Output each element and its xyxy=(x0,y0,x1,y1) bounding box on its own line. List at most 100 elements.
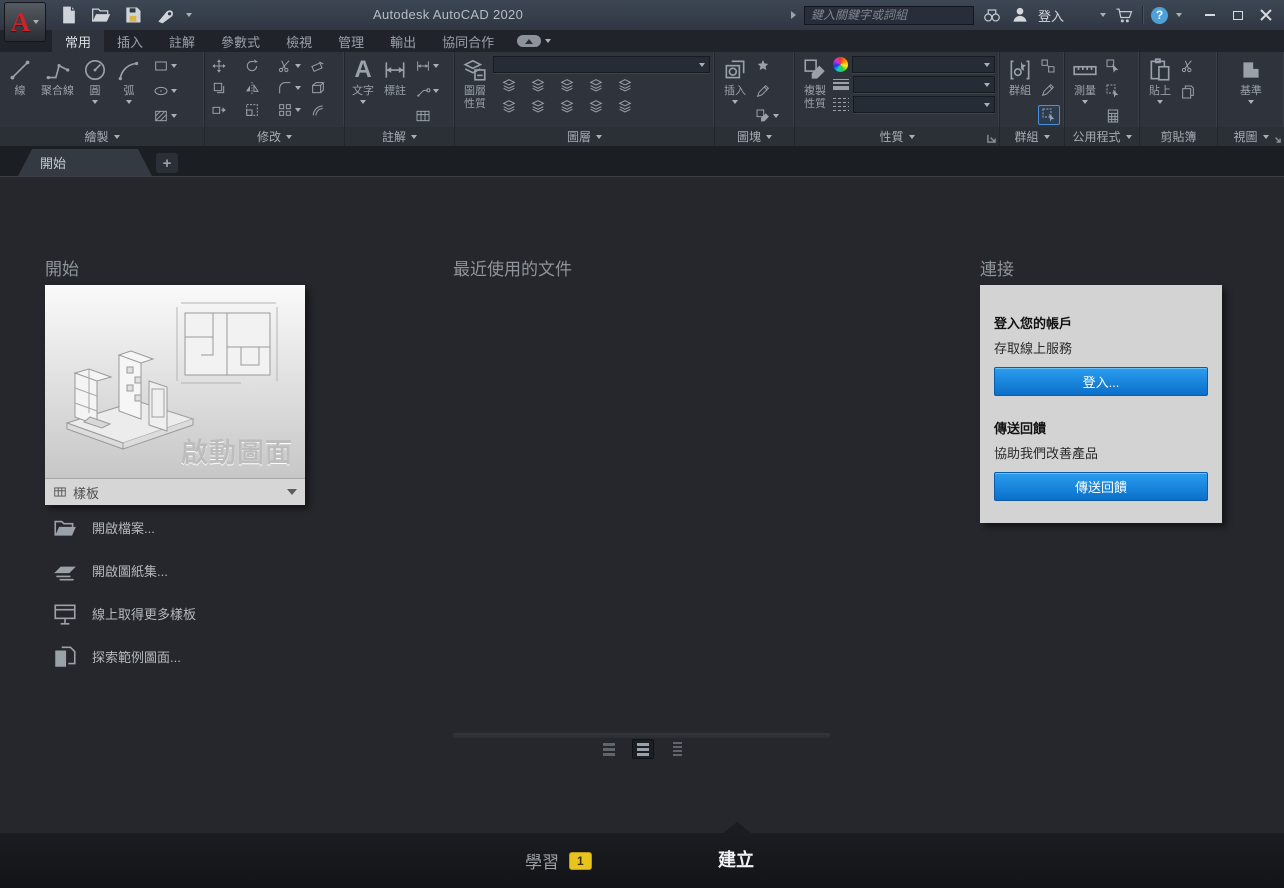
qat-customize-icon[interactable] xyxy=(186,13,192,17)
send-feedback-button[interactable]: 傳送回饋 xyxy=(994,472,1208,501)
match-properties-button[interactable]: 複製 性質 xyxy=(799,55,831,127)
linetype-combobox[interactable] xyxy=(853,96,995,113)
thumbnail-view-button[interactable] xyxy=(598,739,620,759)
properties-dialog-launcher-icon[interactable] xyxy=(987,134,996,143)
dimension-button[interactable]: 標註 xyxy=(379,55,411,127)
ribbon-tab-annotate[interactable]: 註解 xyxy=(156,30,208,52)
leader-button[interactable] xyxy=(413,82,441,100)
select-all-button[interactable] xyxy=(1103,82,1123,100)
panel-label-utilities[interactable]: 公用程式 xyxy=(1065,127,1139,146)
ribbon-tab-manage[interactable]: 管理 xyxy=(325,30,377,52)
infocenter-arrow-icon[interactable] xyxy=(790,11,796,19)
explode-button[interactable] xyxy=(308,79,341,97)
edit-block-button[interactable] xyxy=(753,82,781,100)
copy-button[interactable] xyxy=(209,79,242,97)
list-view-button[interactable] xyxy=(666,739,688,759)
close-button[interactable] xyxy=(1252,1,1280,29)
block-attributes-button[interactable] xyxy=(753,107,781,125)
layer-lock-button[interactable] xyxy=(586,76,606,94)
group-button[interactable]: 群組 xyxy=(1004,55,1036,127)
copy-clip-button[interactable] xyxy=(1178,83,1198,101)
panel-label-modify[interactable]: 修改 xyxy=(205,127,344,146)
arc-button[interactable]: 弧 xyxy=(113,55,145,127)
object-color-combobox[interactable] xyxy=(852,56,995,73)
ribbon-tab-collaborate[interactable]: 協同合作 xyxy=(429,30,507,52)
create-block-button[interactable] xyxy=(753,57,781,75)
rotate-button[interactable] xyxy=(242,57,275,75)
minimize-button[interactable] xyxy=(1196,1,1224,29)
layer-properties-button[interactable]: 圖層 性質 xyxy=(459,55,491,127)
search-input[interactable] xyxy=(803,5,974,25)
plot-button[interactable] xyxy=(154,4,176,26)
panel-label-groups[interactable]: 群組 xyxy=(1000,127,1064,146)
dimension-style-button[interactable] xyxy=(413,57,441,75)
maximize-button[interactable] xyxy=(1224,1,1252,29)
ribbon-tab-home[interactable]: 常用 xyxy=(52,30,105,52)
detail-view-button[interactable] xyxy=(632,739,654,759)
help-caret-icon[interactable] xyxy=(1176,13,1182,17)
view-dialog-launcher-icon[interactable] xyxy=(1272,134,1281,143)
circle-button[interactable]: 圓 xyxy=(79,55,111,127)
hatch-button[interactable] xyxy=(151,107,179,125)
scale-button[interactable] xyxy=(242,101,275,119)
search-icon[interactable] xyxy=(982,5,1002,25)
layer-select-combobox[interactable] xyxy=(493,56,710,73)
rectangle-button[interactable] xyxy=(151,57,179,75)
create-tab[interactable]: 建立 xyxy=(718,846,754,872)
layer-freeze-button[interactable] xyxy=(557,76,577,94)
save-button[interactable] xyxy=(122,4,144,26)
signin-menu[interactable]: 登入 xyxy=(1038,6,1064,25)
line-button[interactable]: 線 xyxy=(4,55,36,127)
explore-sample-drawings-link[interactable]: 探索範例圖面... xyxy=(52,644,196,670)
layer-on-button[interactable] xyxy=(499,97,519,115)
layer-current-button[interactable] xyxy=(615,97,635,115)
panel-label-annotate[interactable]: 註解 xyxy=(345,127,454,146)
start-drawing-card[interactable]: 啟動圖面 樣板 xyxy=(45,285,305,505)
layer-off-button[interactable] xyxy=(499,76,519,94)
layer-isolate-button[interactable] xyxy=(528,76,548,94)
group-selection-toggle[interactable] xyxy=(1038,105,1060,125)
ungroup-button[interactable] xyxy=(1038,57,1060,75)
quick-select-button[interactable] xyxy=(1103,57,1123,75)
layer-match-button[interactable] xyxy=(615,76,635,94)
mirror-button[interactable] xyxy=(242,79,275,97)
open-sheet-set-link[interactable]: 開啟圖紙集... xyxy=(52,558,196,584)
new-drawing-button[interactable] xyxy=(58,4,80,26)
move-button[interactable] xyxy=(209,57,242,75)
panel-label-properties[interactable]: 性質 xyxy=(795,127,999,146)
ribbon-tab-output[interactable]: 輸出 xyxy=(377,30,429,52)
stretch-button[interactable] xyxy=(209,101,242,119)
paste-button[interactable]: 貼上 xyxy=(1144,55,1176,127)
signin-button[interactable]: 登入... xyxy=(994,367,1208,396)
panel-label-layers[interactable]: 圖層 xyxy=(455,127,714,146)
templates-dropdown[interactable]: 樣板 xyxy=(45,478,305,505)
cut-button[interactable] xyxy=(1178,57,1198,75)
erase-button[interactable] xyxy=(308,57,341,75)
offset-button[interactable] xyxy=(308,101,341,119)
table-button[interactable] xyxy=(413,107,441,125)
panel-label-draw[interactable]: 繪製 xyxy=(0,127,204,146)
ellipse-button[interactable] xyxy=(151,82,179,100)
trim-button[interactable] xyxy=(275,57,308,75)
base-view-button[interactable]: 基準 xyxy=(1235,55,1267,127)
panel-label-clipboard[interactable]: 剪貼簿 xyxy=(1140,127,1217,146)
ribbon-tab-parametric[interactable]: 參數式 xyxy=(208,30,273,52)
file-tab-start[interactable]: 開始 xyxy=(18,149,152,176)
insert-block-button[interactable]: 插入 xyxy=(719,55,751,127)
fillet-button[interactable] xyxy=(275,79,308,97)
ribbon-minimize-button[interactable] xyxy=(517,30,552,52)
signin-caret-icon[interactable] xyxy=(1100,13,1106,17)
learn-tab[interactable]: 學習 1 xyxy=(525,848,592,873)
layer-thaw-button[interactable] xyxy=(557,97,577,115)
quick-calculator-button[interactable] xyxy=(1103,107,1123,125)
text-button[interactable]: A 文字 xyxy=(349,55,377,127)
get-more-templates-link[interactable]: 線上取得更多樣板 xyxy=(52,601,196,627)
layer-unlock-button[interactable] xyxy=(586,97,606,115)
ribbon-tab-view[interactable]: 檢視 xyxy=(273,30,325,52)
open-files-link[interactable]: 開啟檔案... xyxy=(52,515,196,541)
app-store-cart-icon[interactable] xyxy=(1114,5,1134,25)
lineweight-combobox[interactable] xyxy=(853,76,995,93)
array-button[interactable] xyxy=(275,101,308,119)
measure-button[interactable]: 測量 xyxy=(1069,55,1101,127)
new-drawing-tab-button[interactable]: + xyxy=(156,153,178,173)
